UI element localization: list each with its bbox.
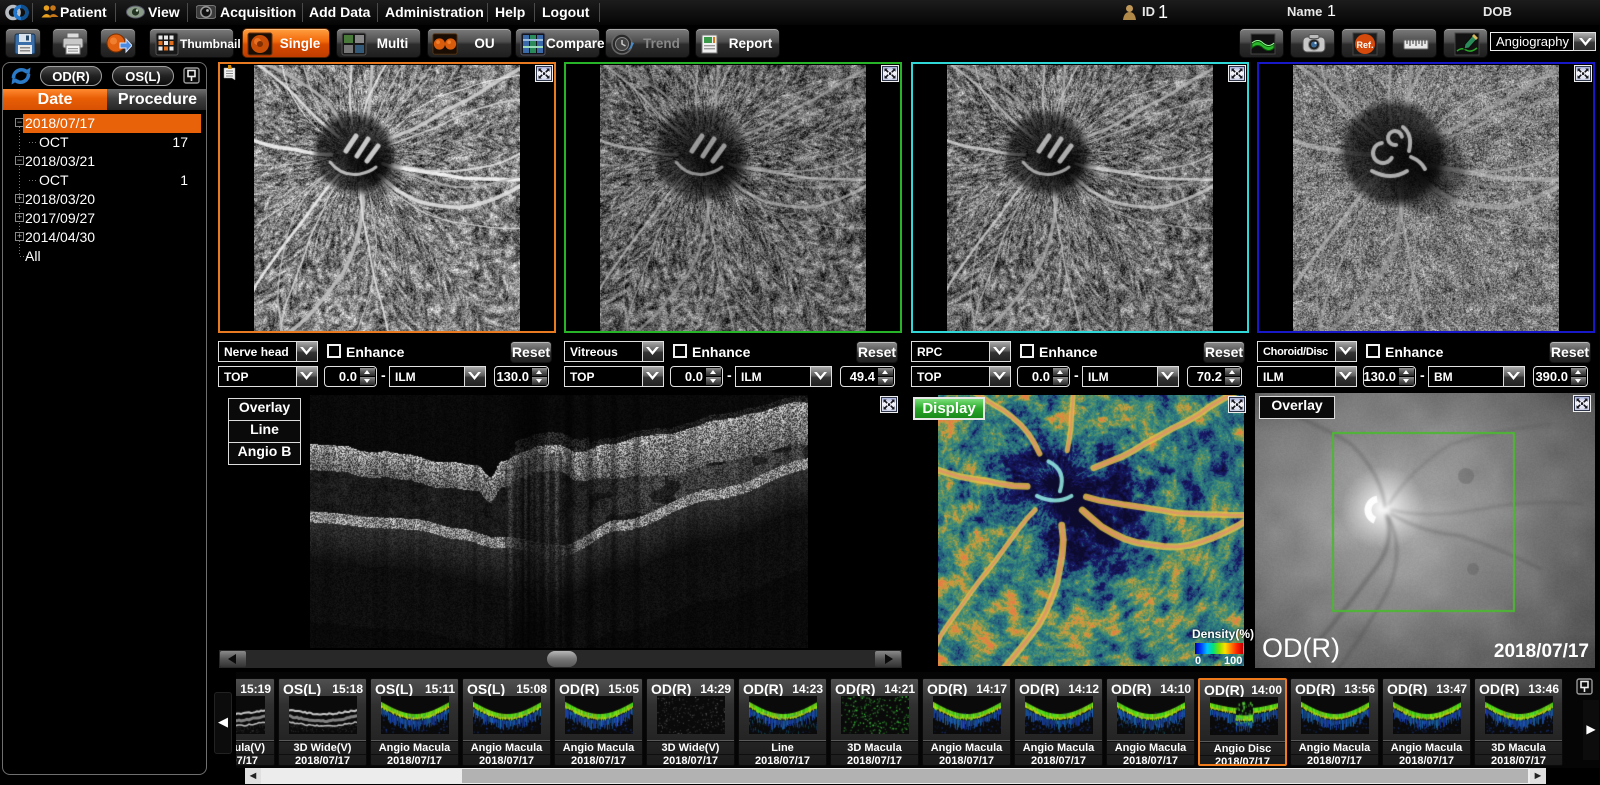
svg-text:Ref.: Ref. [1356, 40, 1373, 50]
